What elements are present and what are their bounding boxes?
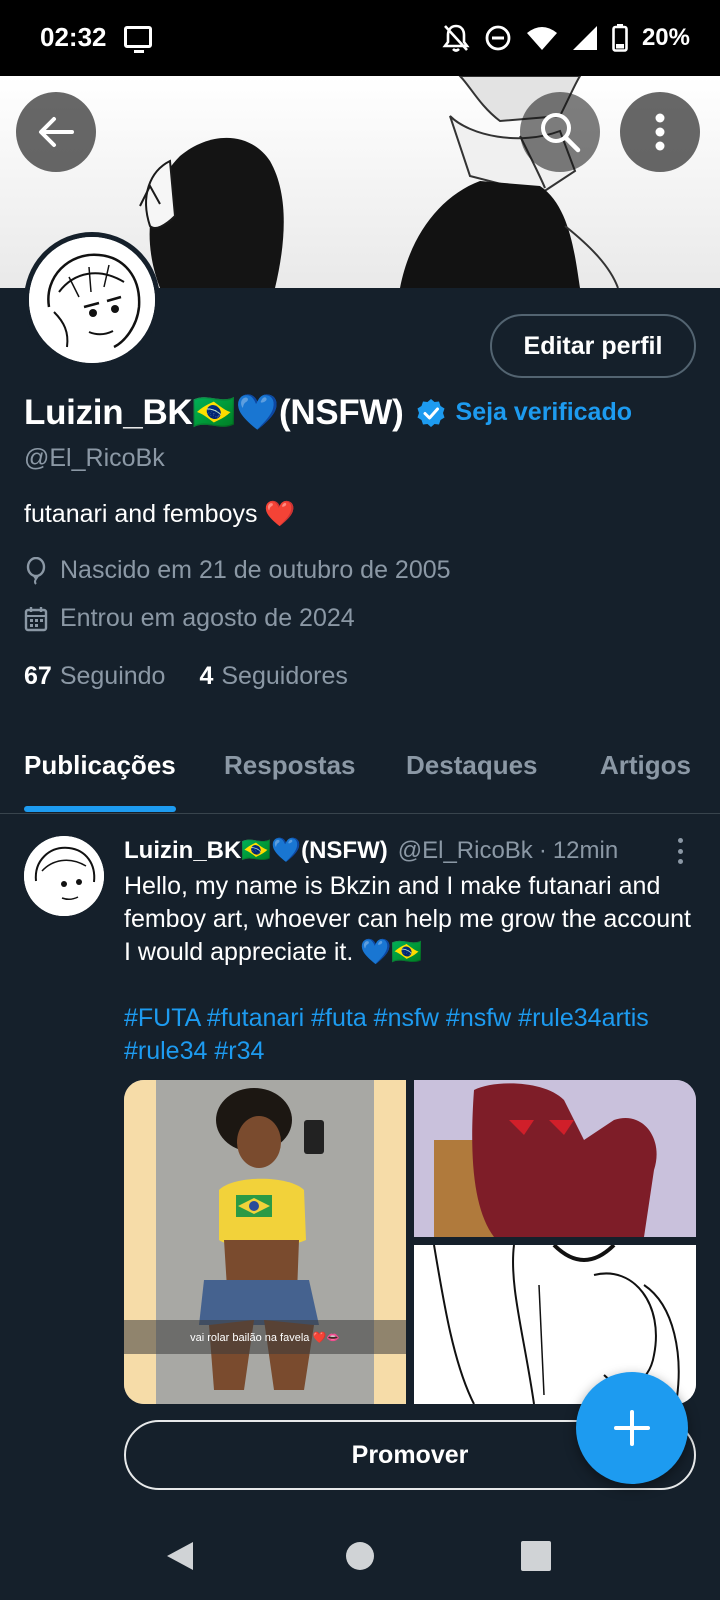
search-icon — [541, 113, 581, 153]
joined-date-text: Entrou em agosto de 2024 — [60, 604, 355, 632]
post-hashtags[interactable]: #FUTA #futanari #futa #nsfw #nsfw #rule3… — [124, 1002, 694, 1068]
system-navigation-bar — [0, 1510, 720, 1600]
tab-respostas[interactable]: Respostas — [224, 750, 356, 781]
post-avatar-illustration — [24, 836, 104, 916]
more-options-button[interactable] — [620, 92, 700, 172]
calendar-icon — [24, 606, 48, 631]
compose-plus-icon — [614, 1410, 650, 1446]
more-dot — [677, 838, 683, 843]
tab-publicacoes[interactable]: Publicações — [24, 750, 176, 781]
nav-back-icon — [167, 1542, 193, 1570]
following-count: 67 — [24, 662, 52, 690]
display-name: Luizin_BK🇧🇷💙(NSFW) — [24, 393, 404, 432]
back-button[interactable] — [16, 92, 96, 172]
joined-date-row: Entrou em agosto de 2024 — [24, 604, 355, 633]
post-author-handle[interactable]: @El_RicoBk — [398, 837, 533, 865]
verified-badge-icon[interactable] — [416, 398, 446, 428]
back-arrow-icon — [39, 117, 74, 147]
profile-bio: futanari and femboys ❤️ — [24, 500, 296, 528]
status-bar: 02:32 20% — [0, 0, 720, 76]
status-icons: 20% — [442, 20, 690, 56]
birth-date-row: Nascido em 21 de outubro de 2005 — [24, 556, 451, 585]
nav-back-button[interactable] — [156, 1532, 204, 1580]
status-time: 02:32 — [40, 22, 107, 52]
post-more-button[interactable] — [674, 838, 686, 864]
more-dot — [677, 859, 683, 864]
search-button[interactable] — [520, 92, 600, 172]
battery-percent: 20% — [641, 24, 690, 51]
more-vertical-icon — [655, 113, 665, 151]
post-author-name[interactable]: Luizin_BK🇧🇷💙(NSFW) — [124, 836, 388, 865]
followers-label: Seguidores — [221, 662, 348, 690]
post-media-grid: vai rolar bailão na favela ❤️👄 — [124, 1080, 696, 1404]
following-label: Seguindo — [59, 662, 166, 690]
screen-cast-icon — [124, 26, 152, 53]
tab-artigos[interactable]: Artigos — [600, 750, 691, 781]
signal-icon — [572, 26, 597, 50]
nav-recents-icon — [521, 1541, 551, 1571]
wifi-icon — [526, 27, 557, 50]
tab-destaques[interactable]: Destaques — [406, 750, 538, 781]
media-illustration-2 — [414, 1080, 696, 1237]
media-caption: vai rolar bailão na favela ❤️👄 — [124, 1320, 406, 1354]
more-dot — [677, 848, 683, 854]
post-separator: · — [538, 836, 547, 864]
post-timestamp[interactable]: 12min — [553, 837, 618, 865]
profile-tabs: Publicações Respostas Destaques Artigos — [0, 730, 720, 814]
do-not-disturb-icon — [485, 25, 511, 51]
followers-count: 4 — [199, 662, 214, 690]
nav-home-button[interactable] — [336, 1532, 384, 1580]
balloon-icon — [26, 556, 46, 585]
battery-icon — [612, 24, 628, 52]
profile-name-row: Luizin_BK🇧🇷💙(NSFW) Seja verificado — [24, 392, 632, 433]
following-link[interactable]: 67 Seguindo — [24, 662, 165, 691]
get-verified-link[interactable]: Seja verificado — [456, 398, 632, 427]
notifications-off-icon — [442, 24, 470, 52]
post-avatar[interactable] — [24, 836, 104, 916]
post-header: Luizin_BK🇧🇷💙(NSFW) @El_RicoBk · 12min — [124, 836, 618, 865]
followers-link[interactable]: 4 Seguidores — [199, 662, 347, 691]
profile-handle: @El_RicoBk — [24, 444, 165, 472]
edit-profile-button[interactable]: Editar perfil — [490, 314, 696, 378]
follow-stats: 67 Seguindo 4 Seguidores — [24, 662, 382, 691]
avatar-illustration — [29, 237, 155, 363]
media-image-1[interactable]: vai rolar bailão na favela ❤️👄 — [124, 1080, 406, 1404]
profile-avatar[interactable] — [24, 232, 160, 368]
media-image-2[interactable] — [414, 1080, 696, 1237]
nav-home-icon — [346, 1542, 374, 1570]
compose-button[interactable] — [576, 1372, 688, 1484]
post-text: Hello, my name is Bkzin and I make futan… — [124, 872, 691, 966]
active-tab-indicator — [24, 806, 176, 812]
media-illustration-1 — [124, 1080, 406, 1404]
birth-date-text: Nascido em 21 de outubro de 2005 — [60, 556, 451, 584]
nav-recents-button[interactable] — [512, 1532, 560, 1580]
